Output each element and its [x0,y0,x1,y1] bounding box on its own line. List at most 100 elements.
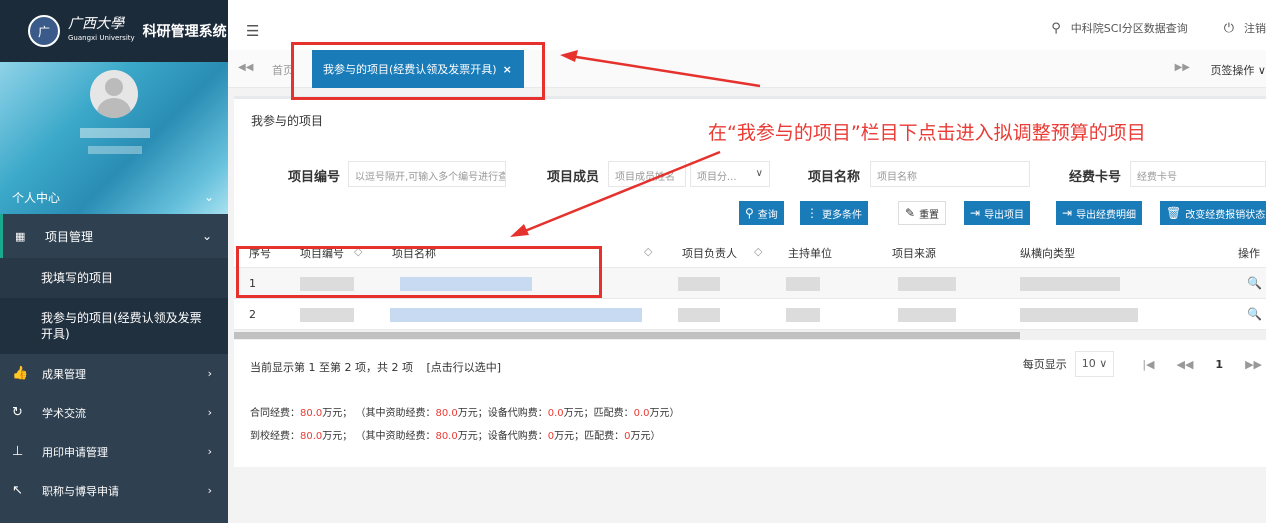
category-select-value: 项目分... [697,172,737,183]
menu-seal-application[interactable]: ⊥ 用印申请管理 › [0,432,228,471]
personal-center[interactable]: 个人中心 ⌄ [0,180,228,214]
change-fund-status-button[interactable]: 🗑 改变经费报销状态 [1160,201,1266,225]
project-name-blurred[interactable] [390,308,642,322]
tab-scroll-left-icon[interactable]: ◀◀ [238,62,253,73]
query-label: 查询 [757,209,778,221]
top-right-links: ⚲ 中科院SCI分区数据查询 ⏻ 注销 [1051,20,1266,36]
more-label: 更多条件 [822,209,862,221]
per-page-select[interactable]: 10 ∨ [1074,351,1115,377]
view-icon[interactable]: 🔍 [1247,276,1262,290]
arrow-icon: ↖ [12,483,23,498]
contract-match: 0.0 [633,408,650,419]
contract-fund-line: 合同经费：80.0万元； （其中资助经费：80.0万元；设备代购费：0.0万元；… [250,408,680,419]
eraser-icon: ✎ [905,206,916,220]
sort-icon[interactable]: ◇ [644,245,652,258]
project-no-input[interactable]: 以逗号隔开,可输入多个编号进行查询 [348,161,506,187]
leader-blurred [678,308,720,322]
sci-query-link[interactable]: 中科院SCI分区数据查询 [1071,20,1188,36]
host-unit-blurred [786,308,820,322]
search-icon[interactable]: ⚲ [1051,21,1061,36]
chevron-down-icon: ⌄ [203,190,214,204]
chevron-down-icon: ⌄ [201,229,212,243]
menu-label: 学术交流 [42,406,86,420]
more-icon: ⋮ [806,206,818,220]
horizontal-scrollbar[interactable] [234,330,1266,340]
member-input[interactable]: 项目成员姓名 [608,161,686,187]
query-button[interactable]: ⚲ 查询 [739,201,784,225]
view-icon[interactable]: 🔍 [1247,307,1262,321]
user-name-blurred [80,128,150,138]
export-fund-detail-button[interactable]: ⇥ 导出经费明细 [1056,201,1143,225]
source-blurred [898,277,956,291]
next-page-icon[interactable]: ▶▶ [1245,358,1262,371]
row-no: 2 [249,308,256,321]
project-no-blurred [300,308,354,322]
personal-center-label: 个人中心 [12,190,61,205]
th-host-unit[interactable]: 主持单位 [788,245,832,261]
export-projects-label: 导出项目 [984,209,1025,221]
th-source[interactable]: 项目来源 [892,245,936,261]
export-projects-button[interactable]: ⇥ 导出项目 [964,201,1031,225]
hamburger-menu-icon[interactable]: ☰ [246,22,259,40]
filter-row: 项目编号 以逗号隔开,可输入多个编号进行查询 项目成员 项目成员姓名 项目分..… [234,159,1266,189]
logout-link[interactable]: 注销 [1244,20,1266,36]
category-select[interactable]: 项目分... ∨ [690,161,770,187]
contract-funding: 80.0 [435,408,458,419]
menu-project-management[interactable]: ▦ 项目管理 ⌄ [0,214,228,258]
stamp-icon: ⊥ [12,444,24,459]
name-input[interactable]: 项目名称 [870,161,1030,187]
contract-equip: 0.0 [547,408,564,419]
refresh-icon: ↻ [12,405,23,420]
chevron-down-icon: ∨ [755,168,763,179]
th-type[interactable]: 纵横向类型 [1020,245,1075,261]
chevron-right-icon: › [207,445,212,458]
chevron-right-icon: › [207,484,212,497]
page-tab-operations[interactable]: 页签操作 ∨ [1210,62,1266,78]
power-icon[interactable]: ⏻ [1224,21,1234,36]
arrived-fund-line: 到校经费：80.0万元； （其中资助经费：80.0万元；设备代购费：0万元；匹配… [250,431,661,442]
th-leader[interactable]: 项目负责人 [682,245,737,261]
change-fund-label: 改变经费报销状态 [1185,209,1266,221]
contract-amount: 80.0 [300,408,323,419]
tab-scroll-right-icon[interactable]: ▶▶ [1175,62,1190,73]
pagination: 每页显示 10 ∨ |◀ ◀◀ 1 ▶▶ [1023,351,1266,377]
system-title: 科研管理系统 [142,24,227,40]
logo-script: 广西大學 Guangxi University [68,16,135,42]
university-logo: 广 [28,15,60,47]
submenu-my-participated-projects[interactable]: 我参与的项目(经费认领及发票开具) [0,298,228,354]
page-number[interactable]: 1 [1215,358,1223,371]
scrollbar-thumb[interactable] [234,332,1020,339]
grid-icon: ▦ [15,229,26,243]
menu-academic-exchange[interactable]: ↻ 学术交流 › [0,393,228,432]
reset-button[interactable]: ✎ 重置 [898,201,947,225]
card-input[interactable]: 经费卡号 [1130,161,1266,187]
project-no-label: 项目编号 [288,170,341,185]
prev-page-icon[interactable]: ◀◀ [1177,358,1194,371]
leader-blurred [678,277,720,291]
avatar[interactable] [90,70,138,118]
host-unit-blurred [786,277,820,291]
type-blurred [1020,308,1138,322]
type-blurred [1020,277,1120,291]
per-page-value: 10 [1081,357,1096,370]
pager-count: 当前显示第 1 至第 2 项，共 2 项 [250,361,413,374]
trash-icon: 🗑 [1166,206,1182,220]
submenu-my-filled-projects[interactable]: 我填写的项目 [0,258,228,298]
pager-info: 当前显示第 1 至第 2 项，共 2 项 [点击行以选中] [250,359,501,375]
menu-title-application[interactable]: ↖ 职称与博导申请 › [0,471,228,510]
menu-achievement-management[interactable]: 👍 成果管理 › [0,354,228,393]
more-conditions-button[interactable]: ⋮ 更多条件 [800,201,868,225]
table-row[interactable]: 2 🔍 [234,299,1266,330]
export-fund-label: 导出经费明细 [1076,209,1137,221]
sort-icon[interactable]: ◇ [754,245,762,258]
chevron-right-icon: › [207,367,212,380]
menu-label: 职称与博导申请 [42,484,119,498]
first-page-icon[interactable]: |◀ [1142,358,1154,371]
per-page-label: 每页显示 [1022,358,1067,371]
arrived-funding: 80.0 [435,431,458,442]
annotation-text: 在“我参与的项目”栏目下点击进入拟调整预算的项目 [708,122,1146,144]
search-icon: ⚲ [745,206,754,220]
logo-bar: 广 广西大學 Guangxi University 科研管理系统 [0,0,228,62]
annotation-box-row [236,246,602,298]
member-label: 项目成员 [547,170,600,185]
